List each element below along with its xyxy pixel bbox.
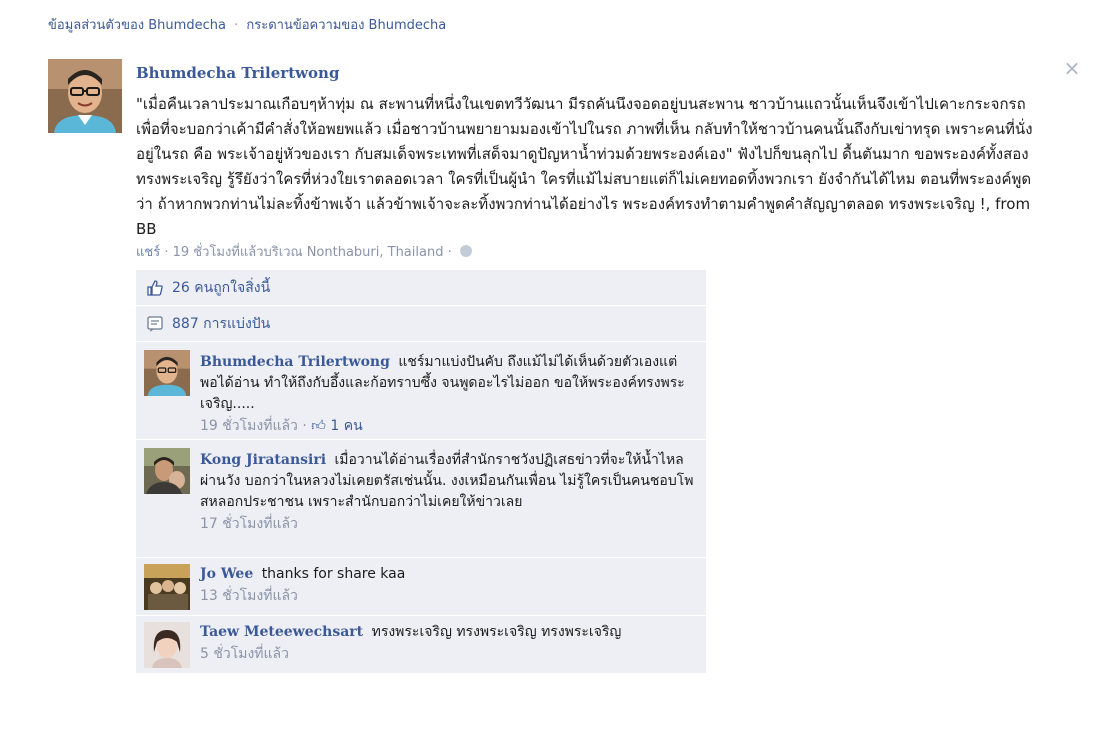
comment-meta: 19 ชั่วโมงที่แล้ว · 👍︎ 1 คน bbox=[200, 416, 696, 437]
breadcrumb: ข้อมูลส่วนตัวของ Bhumdecha · กระดานข้อคว… bbox=[48, 14, 446, 35]
comment-text: ทรงพระเจริญ ทรงพระเจริญ ทรงพระเจริญ bbox=[371, 624, 622, 640]
post-author-avatar[interactable] bbox=[48, 59, 122, 133]
comment-avatar[interactable] bbox=[144, 622, 190, 668]
comment-text: thanks for share kaa bbox=[261, 566, 406, 582]
share-link[interactable]: แชร์ bbox=[136, 245, 160, 260]
comment-author[interactable]: Taew Meteewechsart bbox=[200, 624, 363, 640]
comment-item: Bhumdecha Trilertwong แชร์มาแบ่งปันคับ ถ… bbox=[136, 342, 706, 440]
profile-link[interactable]: ข้อมูลส่วนตัวของ Bhumdecha bbox=[48, 18, 226, 33]
close-icon[interactable]: × bbox=[1062, 58, 1082, 78]
comment-like-count[interactable]: 1 คน bbox=[330, 418, 362, 434]
wall-link[interactable]: กระดานข้อความของ Bhumdecha bbox=[246, 18, 446, 33]
post-text: "เมื่อคืนเวลาประมาณเกือบๆห้าทุ่ม ณ สะพาน… bbox=[136, 95, 1033, 238]
comment-meta-dot: · bbox=[302, 418, 307, 434]
comment-author[interactable]: Kong Jiratansiri bbox=[200, 452, 326, 468]
meta-dot: · bbox=[164, 245, 169, 260]
shares-count[interactable]: 887 การแบ่งปัน bbox=[172, 313, 270, 335]
comment-avatar[interactable] bbox=[144, 564, 190, 610]
comment-item: Jo Wee thanks for share kaa 13 ชั่วโมงที… bbox=[136, 558, 706, 616]
comment-time[interactable]: 13 ชั่วโมงที่แล้ว bbox=[200, 586, 696, 607]
comment-time[interactable]: 19 ชั่วโมงที่แล้ว bbox=[200, 418, 298, 434]
feedback-panel: 26 คนถูกใจสิ่งนี้ 887 การแบ่งปัน Bhumdec… bbox=[136, 270, 706, 674]
post-time-location[interactable]: 19 ชั่วโมงที่แล้วบริเวณ Nonthaburi, Thai… bbox=[173, 245, 444, 260]
comment-time[interactable]: 17 ชั่วโมงที่แล้ว bbox=[200, 514, 696, 535]
comment-author[interactable]: Bhumdecha Trilertwong bbox=[200, 354, 390, 370]
post-author-name[interactable]: Bhumdecha Trilertwong bbox=[136, 64, 339, 82]
globe-icon bbox=[459, 245, 472, 257]
comment-author[interactable]: Jo Wee bbox=[200, 566, 253, 582]
likes-row[interactable]: 26 คนถูกใจสิ่งนี้ bbox=[136, 270, 706, 306]
likes-count[interactable]: 26 คนถูกใจสิ่งนี้ bbox=[172, 277, 270, 299]
breadcrumb-separator: · bbox=[234, 18, 239, 33]
share-icon bbox=[146, 315, 164, 333]
comment-like-icon[interactable]: 👍︎ bbox=[311, 418, 326, 434]
comment-item: Kong Jiratansiri เมื่อวานได้อ่านเรื่องที… bbox=[136, 440, 706, 558]
comment-avatar[interactable] bbox=[144, 448, 190, 494]
comment-time[interactable]: 5 ชั่วโมงที่แล้ว bbox=[200, 644, 696, 665]
comment-avatar[interactable] bbox=[144, 350, 190, 396]
shares-row[interactable]: 887 การแบ่งปัน bbox=[136, 306, 706, 342]
post-meta: แชร์ · 19 ชั่วโมงที่แล้วบริเวณ Nonthabur… bbox=[136, 241, 472, 262]
comment-item: Taew Meteewechsart ทรงพระเจริญ ทรงพระเจร… bbox=[136, 616, 706, 674]
like-icon bbox=[146, 279, 164, 297]
meta-dot-2: · bbox=[447, 245, 452, 260]
